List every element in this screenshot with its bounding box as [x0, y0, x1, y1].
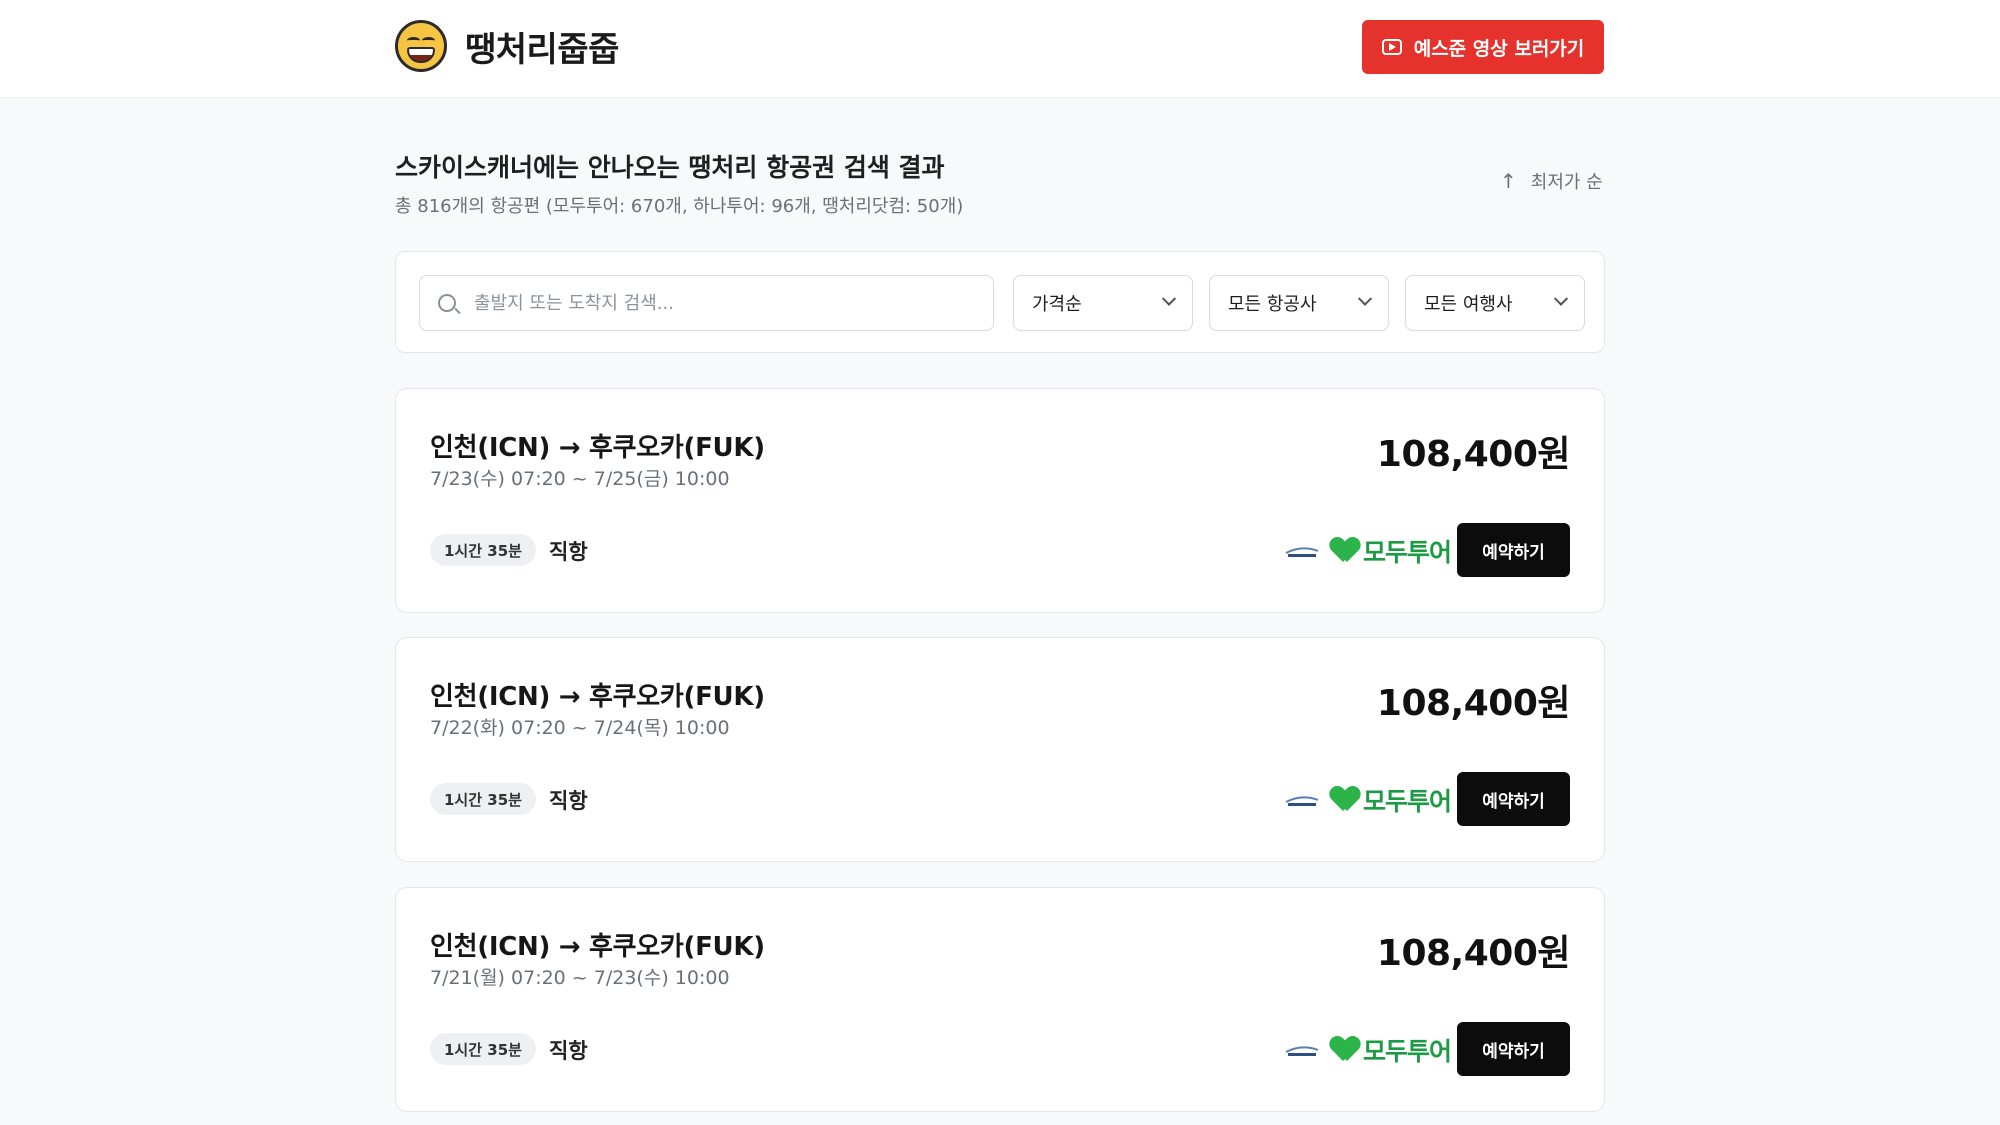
flight-price: 108,400원 — [1376, 683, 1571, 724]
brand-title: 땡처리줍줍 — [465, 29, 619, 70]
arrow-up-icon: ↑ — [1500, 169, 1517, 193]
airline-select-value: 모든 항공사 — [1228, 294, 1317, 315]
search-icon — [438, 294, 456, 312]
agency-heart-icon — [1331, 1037, 1359, 1063]
flight-card: 인천(ICN) → 후쿠오카(FUK) 7/21(월) 07:20 ~ 7/23… — [395, 887, 1605, 1112]
sort-select-value: 가격순 — [1032, 294, 1082, 315]
chevron-down-icon — [1553, 291, 1569, 306]
search-box[interactable] — [419, 275, 994, 331]
watch-video-button[interactable]: 예스준 영상 보러가기 — [1362, 20, 1604, 74]
flight-route: 인천(ICN) → 후쿠오카(FUK) — [430, 433, 765, 463]
book-button[interactable]: 예약하기 — [1457, 523, 1570, 577]
agency-logo: 모두투어 — [1331, 782, 1452, 818]
flight-price: 108,400원 — [1376, 434, 1571, 475]
agency-logo: 모두투어 — [1331, 533, 1452, 569]
flight-duration-badge: 1시간 35분 — [430, 783, 536, 815]
flight-type: 직항 — [549, 540, 588, 564]
flight-type: 직항 — [549, 1039, 588, 1063]
top-header: 땡처리줍줍 예스준 영상 보러가기 — [0, 0, 2000, 98]
results-count: 총 816개의 항공편 (모두투어: 670개, 하나투어: 96개, 땡처리닷… — [395, 196, 964, 217]
flight-price: 108,400원 — [1376, 933, 1571, 974]
flight-card: 인천(ICN) → 후쿠오카(FUK) 7/22(화) 07:20 ~ 7/24… — [395, 637, 1605, 862]
agency-heart-icon — [1331, 787, 1359, 813]
chevron-down-icon — [1357, 291, 1373, 306]
results-title: 스카이스캐너에는 안나오는 땡처리 항공권 검색 결과 — [395, 153, 945, 182]
airline-logo-icon — [1285, 1046, 1319, 1056]
chevron-down-icon — [1161, 291, 1177, 306]
flight-duration-badge: 1시간 35분 — [430, 534, 536, 566]
airline-logo-icon — [1285, 547, 1319, 557]
agency-name: 모두투어 — [1363, 538, 1452, 567]
agency-name: 모두투어 — [1363, 787, 1452, 816]
flight-dates: 7/21(월) 07:20 ~ 7/23(수) 10:00 — [430, 967, 730, 989]
agency-heart-icon — [1331, 538, 1359, 564]
laughing-face-icon — [395, 20, 447, 72]
brand[interactable]: 땡처리줍줍 — [395, 20, 619, 72]
sort-select[interactable]: 가격순 — [1013, 275, 1193, 331]
agency-logo: 모두투어 — [1331, 1032, 1452, 1068]
agency-select-value: 모든 여행사 — [1424, 294, 1513, 315]
flight-type: 직항 — [549, 789, 588, 813]
video-play-icon — [1381, 39, 1402, 55]
airline-select[interactable]: 모든 항공사 — [1209, 275, 1389, 331]
flight-dates: 7/22(화) 07:20 ~ 7/24(목) 10:00 — [430, 717, 730, 739]
book-button[interactable]: 예약하기 — [1457, 1022, 1570, 1076]
agency-select[interactable]: 모든 여행사 — [1405, 275, 1585, 331]
airline-logo-icon — [1285, 796, 1319, 806]
flight-duration-badge: 1시간 35분 — [430, 1033, 536, 1065]
search-input[interactable] — [474, 292, 954, 314]
sort-lowest-price-link[interactable]: ↑ 최저가 순 — [1500, 168, 1603, 194]
flight-dates: 7/23(수) 07:20 ~ 7/25(금) 10:00 — [430, 468, 730, 490]
flight-card: 인천(ICN) → 후쿠오카(FUK) 7/23(수) 07:20 ~ 7/25… — [395, 388, 1605, 613]
flight-route: 인천(ICN) → 후쿠오카(FUK) — [430, 682, 765, 712]
watch-video-label: 예스준 영상 보러가기 — [1413, 37, 1585, 60]
filter-bar: 가격순 모든 항공사 모든 여행사 — [395, 251, 1605, 353]
flight-route: 인천(ICN) → 후쿠오카(FUK) — [430, 932, 765, 962]
sort-lowest-price-label: 최저가 순 — [1530, 172, 1603, 193]
book-button[interactable]: 예약하기 — [1457, 772, 1570, 826]
agency-name: 모두투어 — [1363, 1037, 1452, 1066]
